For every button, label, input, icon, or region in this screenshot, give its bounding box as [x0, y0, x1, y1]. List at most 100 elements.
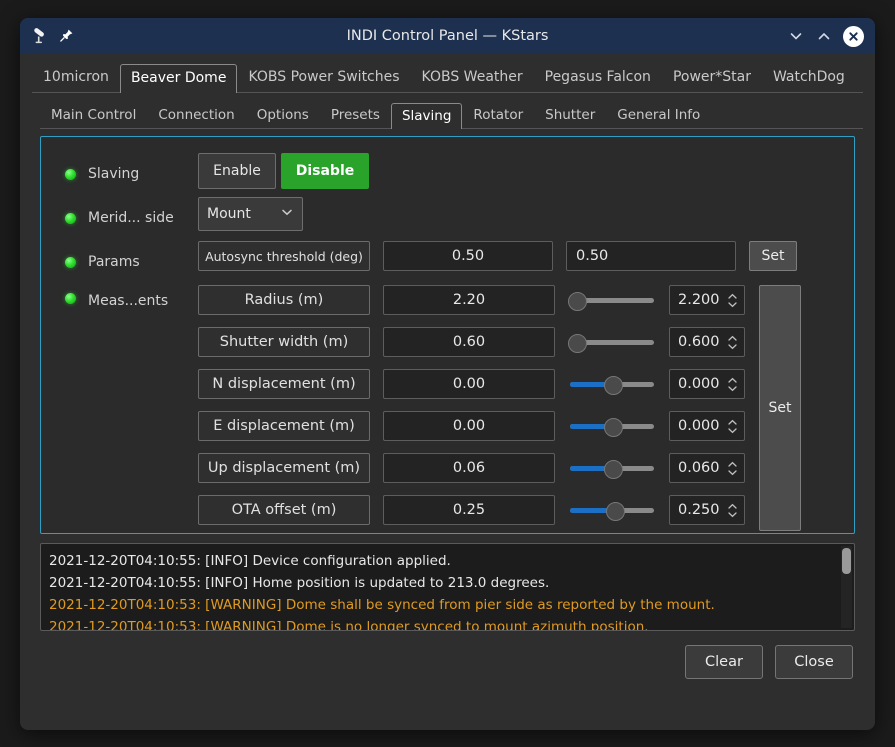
e-displacement-spin-value: 0.000 — [678, 418, 720, 434]
log-line: 2021-12-20T04:10:55: [INFO] Device confi… — [49, 553, 451, 569]
device-tab-power-star[interactable]: Power*Star — [662, 63, 762, 92]
measurements-label-group: Meas...ents — [53, 285, 198, 309]
window-title: INDI Control Panel — KStars — [346, 28, 549, 44]
disable-button[interactable]: Disable — [281, 153, 369, 189]
radius-slider[interactable] — [568, 285, 656, 315]
spinner-arrows-icon[interactable] — [727, 377, 738, 392]
measurement-row: Shutter width (m) 0.60 0.600 — [198, 327, 745, 357]
clear-button[interactable]: Clear — [685, 645, 763, 679]
radius-spinbox[interactable]: 2.200 — [669, 285, 745, 315]
property-row-meridian-side: Merid... side Mount — [53, 197, 842, 239]
meridian-side-value: Mount — [207, 206, 251, 222]
maximize-button[interactable] — [815, 28, 832, 45]
close-panel-button[interactable]: Close — [775, 645, 853, 679]
e-displacement-spinbox[interactable]: 0.000 — [669, 411, 745, 441]
measurements-group: Radius (m) 2.20 2.200 Shutter width (m) … — [198, 285, 801, 531]
property-row-params: Params Autosync threshold (deg) 0.50 0.5… — [53, 241, 842, 283]
up-displacement-spinbox[interactable]: 0.060 — [669, 453, 745, 483]
slider-handle[interactable] — [604, 376, 623, 395]
sub-tab-rotator[interactable]: Rotator — [462, 102, 534, 128]
spinner-arrows-icon[interactable] — [727, 461, 738, 476]
params-label: Params — [88, 254, 140, 270]
sub-tab-shutter[interactable]: Shutter — [534, 102, 606, 128]
meridian-side-select[interactable]: Mount — [198, 197, 303, 231]
measurement-row: N displacement (m) 0.00 0.000 — [198, 369, 745, 399]
e-displacement-slider[interactable] — [568, 411, 656, 441]
device-tab-watchdog[interactable]: WatchDog — [762, 63, 856, 92]
spinner-arrows-icon[interactable] — [727, 419, 738, 434]
spinner-arrows-icon[interactable] — [727, 293, 738, 308]
slider-handle[interactable] — [604, 418, 623, 437]
params-label-group: Params — [53, 241, 198, 283]
slider-handle[interactable] — [568, 334, 587, 353]
params-set-button[interactable]: Set — [749, 241, 797, 271]
sub-tab-slaving[interactable]: Slaving — [390, 103, 463, 129]
sub-tab-bar: Main Control Connection Options Presets … — [40, 100, 863, 129]
ota-offset-spin-value: 0.250 — [678, 502, 720, 518]
device-tab-pegasus-falcon[interactable]: Pegasus Falcon — [534, 63, 662, 92]
device-tab-kobs-weather[interactable]: KOBS Weather — [411, 63, 534, 92]
status-led-measurements — [65, 293, 76, 304]
ota-offset-slider[interactable] — [568, 495, 656, 525]
shutter-width-spin-value: 0.600 — [678, 334, 720, 350]
spinner-arrows-icon[interactable] — [727, 335, 738, 350]
shutter-width-value: 0.60 — [383, 327, 555, 357]
log-scrollbar-thumb[interactable] — [842, 548, 851, 574]
spinner-arrows-icon[interactable] — [727, 503, 738, 518]
sub-tab-main-control[interactable]: Main Control — [40, 102, 147, 128]
measurement-row: OTA offset (m) 0.25 0.250 — [198, 495, 745, 525]
meridian-side-label: Merid... side — [88, 210, 174, 226]
close-button[interactable] — [843, 25, 864, 47]
log-line: 2021-12-20T04:10:55: [INFO] Home positio… — [49, 575, 550, 591]
shutter-width-spinbox[interactable]: 0.600 — [669, 327, 745, 357]
n-displacement-name-button[interactable]: N displacement (m) — [198, 369, 370, 399]
measurement-row: Up displacement (m) 0.06 0.060 — [198, 453, 745, 483]
property-row-slaving: Slaving Enable Disable — [53, 147, 842, 195]
slaving-label-group: Slaving — [53, 153, 198, 195]
window-controls — [787, 25, 875, 47]
shutter-width-name-button[interactable]: Shutter width (m) — [198, 327, 370, 357]
device-tab-kobs-power-switches[interactable]: KOBS Power Switches — [237, 63, 410, 92]
sub-tab-presets[interactable]: Presets — [320, 102, 391, 128]
property-row-measurements: Meas...ents Radius (m) 2.20 2.200 Shutte… — [53, 285, 842, 531]
log-panel: 2021-12-20T04:10:55: [INFO] Device confi… — [40, 543, 855, 631]
slider-handle[interactable] — [568, 292, 587, 311]
device-tab-10micron[interactable]: 10micron — [32, 63, 120, 92]
e-displacement-value: 0.00 — [383, 411, 555, 441]
up-displacement-name-button[interactable]: Up displacement (m) — [198, 453, 370, 483]
radius-name-button[interactable]: Radius (m) — [198, 285, 370, 315]
measurement-row: Radius (m) 2.20 2.200 — [198, 285, 745, 315]
n-displacement-spin-value: 0.000 — [678, 376, 720, 392]
autosync-threshold-input[interactable]: 0.50 — [566, 241, 736, 271]
ota-offset-value: 0.25 — [383, 495, 555, 525]
sub-tab-options[interactable]: Options — [246, 102, 320, 128]
n-displacement-slider[interactable] — [568, 369, 656, 399]
device-tab-beaver-dome[interactable]: Beaver Dome — [119, 64, 238, 93]
footer-buttons: Clear Close — [32, 645, 853, 679]
telescope-icon — [30, 27, 48, 45]
enable-button[interactable]: Enable — [198, 153, 276, 189]
autosync-threshold-name-button[interactable]: Autosync threshold (deg) — [198, 241, 370, 271]
device-tab-bar: 10micron Beaver Dome KOBS Power Switches… — [32, 62, 863, 93]
radius-value: 2.20 — [383, 285, 555, 315]
shutter-width-slider[interactable] — [568, 327, 656, 357]
title-bar: INDI Control Panel — KStars — [20, 18, 875, 54]
measurement-row: E displacement (m) 0.00 0.000 — [198, 411, 745, 441]
minimize-button[interactable] — [787, 28, 804, 45]
e-displacement-name-button[interactable]: E displacement (m) — [198, 411, 370, 441]
slider-handle[interactable] — [604, 460, 623, 479]
status-led-slaving — [65, 168, 76, 180]
ota-offset-name-button[interactable]: OTA offset (m) — [198, 495, 370, 525]
indi-control-panel-window: INDI Control Panel — KStars 10micron Bea… — [20, 18, 875, 730]
slider-handle[interactable] — [606, 502, 625, 521]
n-displacement-spinbox[interactable]: 0.000 — [669, 369, 745, 399]
sub-tab-connection[interactable]: Connection — [147, 102, 245, 128]
window-body: 10micron Beaver Dome KOBS Power Switches… — [20, 54, 875, 730]
log-scrollbar[interactable] — [841, 546, 852, 628]
title-bar-icons — [20, 27, 75, 45]
up-displacement-slider[interactable] — [568, 453, 656, 483]
measurements-set-button[interactable]: Set — [759, 285, 801, 531]
pin-icon[interactable] — [57, 27, 75, 45]
sub-tab-general-info[interactable]: General Info — [606, 102, 711, 128]
ota-offset-spinbox[interactable]: 0.250 — [669, 495, 745, 525]
